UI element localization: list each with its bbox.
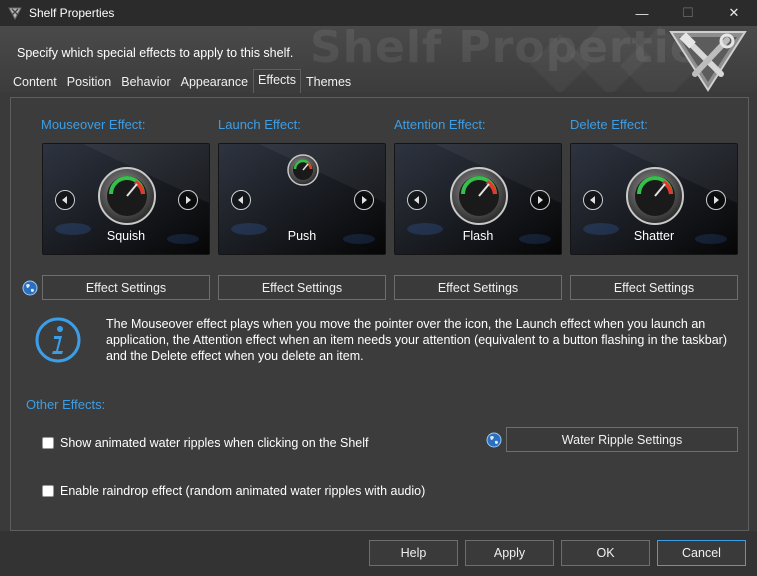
title-bar: Shelf Properties — ☐ ✕	[0, 0, 757, 26]
water-ripples-row[interactable]: Show animated water ripples when clickin…	[42, 436, 369, 450]
attention-preview: Flash	[394, 143, 562, 255]
help-button[interactable]: Help	[369, 540, 458, 566]
attention-effect-settings-button[interactable]: Effect Settings	[394, 275, 562, 300]
window-title: Shelf Properties	[29, 6, 115, 20]
tab-behavior[interactable]: Behavior	[116, 71, 175, 92]
minimize-button[interactable]: —	[619, 0, 665, 26]
header-watermark: Shelf Properties	[310, 26, 728, 73]
previous-effect-button[interactable]	[231, 190, 251, 210]
mouseover-preview: Squish	[42, 143, 210, 255]
mouseover-effect-name: Squish	[106, 229, 146, 243]
tab-content[interactable]: Content	[8, 71, 62, 92]
mouseover-effect-settings-button[interactable]: Effect Settings	[42, 275, 210, 300]
chevron-left-icon	[238, 196, 243, 204]
other-effects-label: Other Effects:	[26, 397, 106, 412]
globe-icon[interactable]	[486, 432, 502, 448]
next-effect-button[interactable]	[706, 190, 726, 210]
chevron-right-icon	[538, 196, 543, 204]
tab-effects[interactable]: Effects	[253, 69, 302, 93]
chevron-left-icon	[62, 196, 67, 204]
globe-icon[interactable]	[22, 280, 38, 296]
chevron-left-icon	[590, 196, 595, 204]
chevron-right-icon	[362, 196, 367, 204]
launch-preview: Push	[218, 143, 386, 255]
raindrop-label[interactable]: Enable raindrop effect (random animated …	[60, 484, 425, 498]
next-effect-button[interactable]	[530, 190, 550, 210]
attention-effect-label: Attention Effect:	[394, 117, 486, 132]
previous-effect-button[interactable]	[583, 190, 603, 210]
tab-position[interactable]: Position	[62, 71, 116, 92]
launch-effect-label: Launch Effect:	[218, 117, 301, 132]
chevron-right-icon	[714, 196, 719, 204]
info-icon	[35, 317, 81, 363]
chevron-left-icon	[414, 196, 419, 204]
delete-effect-name: Shatter	[633, 229, 675, 243]
raindrop-row[interactable]: Enable raindrop effect (random animated …	[42, 484, 425, 498]
next-effect-button[interactable]	[178, 190, 198, 210]
delete-preview: Shatter	[570, 143, 738, 255]
apply-button[interactable]: Apply	[465, 540, 554, 566]
launch-effect-name: Push	[287, 229, 317, 243]
tab-themes[interactable]: Themes	[301, 71, 356, 92]
raindrop-checkbox[interactable]	[42, 485, 54, 497]
next-effect-button[interactable]	[354, 190, 374, 210]
tab-appearance[interactable]: Appearance	[176, 71, 253, 92]
cancel-button[interactable]: Cancel	[657, 540, 746, 566]
header-subtitle: Specify which special effects to apply t…	[17, 46, 294, 60]
mouseover-effect-label: Mouseover Effect:	[41, 117, 146, 132]
attention-effect-name: Flash	[462, 229, 494, 243]
water-ripple-settings-button[interactable]: Water Ripple Settings	[506, 427, 738, 452]
maximize-button: ☐	[682, 5, 694, 20]
delete-effect-settings-button[interactable]: Effect Settings	[570, 275, 738, 300]
previous-effect-button[interactable]	[55, 190, 75, 210]
close-button[interactable]: ✕	[711, 0, 757, 26]
app-icon	[7, 5, 23, 21]
ok-button[interactable]: OK	[561, 540, 650, 566]
tab-bar: Content Position Behavior Appearance Eff…	[8, 69, 356, 93]
chevron-right-icon	[186, 196, 191, 204]
effects-description: The Mouseover effect plays when you move…	[106, 317, 728, 363]
water-ripples-label[interactable]: Show animated water ripples when clickin…	[60, 436, 369, 450]
tools-logo-icon	[669, 31, 747, 92]
previous-effect-button[interactable]	[407, 190, 427, 210]
delete-effect-label: Delete Effect:	[570, 117, 648, 132]
launch-effect-settings-button[interactable]: Effect Settings	[218, 275, 386, 300]
water-ripples-checkbox[interactable]	[42, 437, 54, 449]
